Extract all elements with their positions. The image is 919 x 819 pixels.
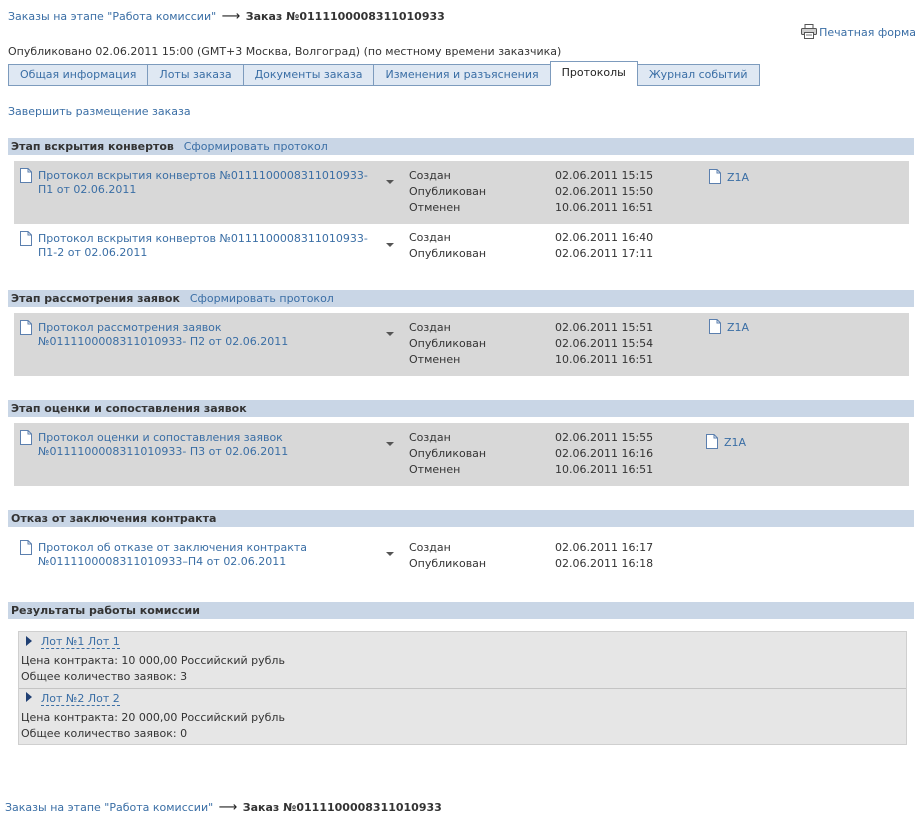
status-label: Опубликован — [409, 337, 487, 350]
document-icon — [709, 169, 721, 184]
protocol-link[interactable]: Протокол рассмотрения заявок №0111100008… — [38, 321, 373, 349]
document-icon — [706, 434, 718, 449]
attachment-link[interactable]: Z1A — [709, 169, 749, 184]
document-icon — [20, 231, 32, 246]
document-icon — [20, 430, 32, 445]
status-date: 02.06.2011 16:18 — [555, 557, 654, 570]
status-date: 02.06.2011 16:16 — [555, 447, 654, 460]
status-label: Создан — [409, 169, 451, 182]
lot-price: Цена контракта: 20 000,00 Российский руб… — [21, 711, 285, 724]
status-date: 02.06.2011 15:15 — [555, 169, 654, 182]
section-review-header: Этап рассмотрения заявок Сформировать пр… — [8, 290, 914, 307]
section-refusal-header: Отказ от заключения контракта — [8, 510, 914, 527]
lot-link[interactable]: Лот №1 Лот 1 — [41, 635, 120, 649]
status-date: 02.06.2011 16:17 — [555, 541, 654, 554]
results-panel: Лот №1 Лот 1 Цена контракта: 10 000,00 Р… — [18, 631, 907, 745]
status-date: 02.06.2011 15:51 — [555, 321, 654, 334]
status-label: Опубликован — [409, 447, 487, 460]
print-form-label: Печатная форма — [819, 26, 916, 39]
status-label: Опубликован — [409, 185, 487, 198]
section-title: Результаты работы комиссии — [11, 604, 200, 617]
chevron-down-icon[interactable] — [386, 442, 394, 446]
status-date: 02.06.2011 15:50 — [555, 185, 654, 198]
status-label: Создан — [409, 231, 451, 244]
lot-divider — [19, 688, 906, 689]
status-date: 02.06.2011 15:55 — [555, 431, 654, 444]
breadcrumb-orders-link[interactable]: Заказы на этапе "Работа комиссии" — [8, 10, 216, 23]
breadcrumb-arrow: ⟶ — [221, 9, 241, 24]
section-title: Отказ от заключения контракта — [11, 512, 217, 525]
section-results-header: Результаты работы комиссии — [8, 602, 914, 619]
section-opening-header: Этап вскрытия конвертов Сформировать про… — [8, 138, 914, 155]
printer-icon — [801, 24, 818, 39]
breadcrumb: Заказы на этапе "Работа комиссии" ⟶ Зака… — [8, 9, 445, 24]
lot-bid-count: Общее количество заявок: 0 — [21, 727, 188, 740]
breadcrumb-bottom: Заказы на этапе "Работа комиссии" ⟶ Зака… — [5, 800, 442, 815]
attachment-label: Z1A — [727, 171, 750, 184]
breadcrumb-current: Заказ №0111100008311010933 — [245, 10, 445, 23]
status-label: Отменен — [409, 201, 461, 214]
status-label: Создан — [409, 431, 451, 444]
section-title: Этап оценки и сопоставления заявок — [11, 402, 247, 415]
document-icon — [20, 540, 32, 555]
tab-general-info[interactable]: Общая информация — [8, 64, 149, 86]
status-date: 02.06.2011 17:11 — [555, 247, 654, 260]
status-label: Отменен — [409, 463, 461, 476]
tab-changes[interactable]: Изменения и разъяснения — [373, 64, 551, 86]
attachment-link[interactable]: Z1A — [706, 434, 746, 449]
tab-bar: Общая информация Лоты заказа Документы з… — [8, 61, 760, 86]
status-label: Опубликован — [409, 247, 487, 260]
status-label: Создан — [409, 541, 451, 554]
lot-link[interactable]: Лот №2 Лот 2 — [41, 692, 120, 706]
published-info: Опубликовано 02.06.2011 15:00 (GMT+3 Мос… — [8, 45, 562, 58]
attachment-label: Z1A — [727, 321, 750, 334]
chevron-down-icon[interactable] — [386, 180, 394, 184]
generate-protocol-link[interactable]: Сформировать протокол — [184, 140, 328, 153]
protocol-link[interactable]: Протокол оценки и сопоставления заявок №… — [38, 431, 373, 459]
chevron-down-icon[interactable] — [386, 243, 394, 247]
section-title: Этап рассмотрения заявок — [11, 292, 180, 305]
chevron-down-icon[interactable] — [386, 552, 394, 556]
chevron-down-icon[interactable] — [386, 332, 394, 336]
protocol-row: Протокол оценки и сопоставления заявок №… — [14, 423, 909, 486]
status-date: 02.06.2011 15:54 — [555, 337, 654, 350]
protocol-link[interactable]: Протокол вскрытия конвертов №01111000083… — [38, 169, 373, 197]
status-label: Опубликован — [409, 557, 487, 570]
lot-bid-count: Общее количество заявок: 3 — [21, 670, 188, 683]
protocol-link[interactable]: Протокол вскрытия конвертов №01111000083… — [38, 232, 373, 260]
tab-documents[interactable]: Документы заказа — [242, 64, 375, 86]
status-label: Создан — [409, 321, 451, 334]
protocol-row: Протокол вскрытия конвертов №01111000083… — [14, 224, 909, 268]
expand-arrow-icon[interactable] — [26, 692, 32, 702]
protocol-row: Протокол об отказе от заключения контрак… — [14, 534, 909, 578]
document-icon — [20, 320, 32, 335]
protocol-row: Протокол вскрытия конвертов №01111000083… — [14, 161, 909, 224]
protocol-row: Протокол рассмотрения заявок №0111100008… — [14, 313, 909, 376]
tab-event-log[interactable]: Журнал событий — [636, 64, 760, 86]
lot-price: Цена контракта: 10 000,00 Российский руб… — [21, 654, 285, 667]
print-form-link[interactable]: Печатная форма — [801, 24, 916, 39]
attachment-label: Z1A — [724, 436, 747, 449]
breadcrumb-orders-link[interactable]: Заказы на этапе "Работа комиссии" — [5, 801, 213, 814]
status-date: 10.06.2011 16:51 — [555, 463, 654, 476]
breadcrumb-arrow: ⟶ — [218, 800, 238, 815]
status-date: 10.06.2011 16:51 — [555, 201, 654, 214]
attachment-link[interactable]: Z1A — [709, 319, 749, 334]
generate-protocol-link[interactable]: Сформировать протокол — [190, 292, 334, 305]
tab-protocols[interactable]: Протоколы — [549, 61, 638, 86]
document-icon — [20, 168, 32, 183]
status-date: 10.06.2011 16:51 — [555, 353, 654, 366]
document-icon — [709, 319, 721, 334]
status-label: Отменен — [409, 353, 461, 366]
status-date: 02.06.2011 16:40 — [555, 231, 654, 244]
breadcrumb-current: Заказ №0111100008311010933 — [242, 801, 442, 814]
section-title: Этап вскрытия конвертов — [11, 140, 174, 153]
section-evaluation-header: Этап оценки и сопоставления заявок — [8, 400, 914, 417]
tab-lots[interactable]: Лоты заказа — [147, 64, 244, 86]
finish-order-link[interactable]: Завершить размещение заказа — [8, 105, 191, 118]
protocol-link[interactable]: Протокол об отказе от заключения контрак… — [38, 541, 373, 569]
expand-arrow-icon[interactable] — [26, 636, 32, 646]
